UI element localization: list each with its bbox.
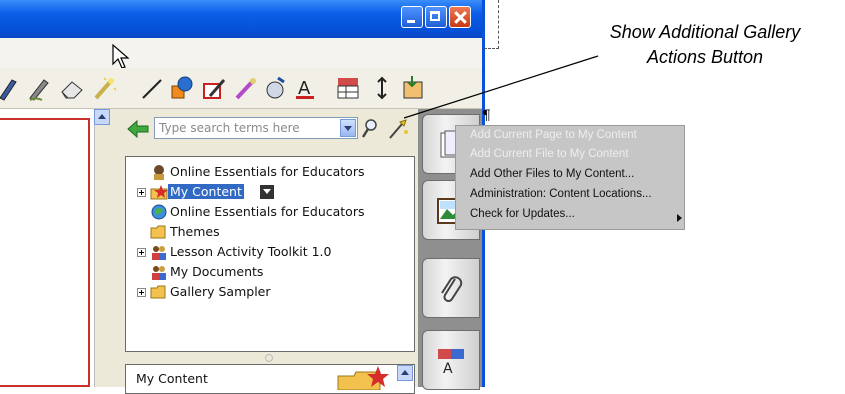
eraser-icon[interactable] <box>58 74 86 102</box>
creative-pen-icon[interactable] <box>26 74 54 102</box>
menu-item-check-for-updates[interactable]: Check for Updates... <box>470 208 575 225</box>
my-content-folder-icon <box>337 366 389 390</box>
menu-item-add-current-file[interactable]: Add Current File to My Content <box>470 148 629 165</box>
shapes-icon[interactable] <box>168 74 196 102</box>
tree-item-label: Themes <box>170 224 220 239</box>
tree-item-selected[interactable]: My Content <box>137 183 407 203</box>
online-resources-icon <box>154 165 164 180</box>
tree-item[interactable]: My Documents <box>137 263 407 283</box>
globe-icon <box>151 204 167 220</box>
page-border <box>0 118 90 387</box>
expand-toggle[interactable] <box>137 248 146 257</box>
title-bar[interactable] <box>0 0 482 38</box>
dashed-selection-outline <box>484 0 499 49</box>
folder-icon <box>150 225 166 239</box>
tree-item[interactable]: Online Essentials for Educators <box>137 203 407 223</box>
tree-item-label: Online Essentials for Educators <box>170 164 365 179</box>
line-icon[interactable] <box>138 74 166 102</box>
close-button[interactable] <box>449 6 471 28</box>
attachments-tab[interactable] <box>422 258 480 318</box>
people-icon <box>152 246 166 260</box>
properties-tab-icon: A <box>438 349 464 377</box>
search-input[interactable]: Type search terms here <box>154 117 358 139</box>
highlighter-pen-icon[interactable] <box>232 74 260 102</box>
mouse-cursor-icon <box>112 44 130 69</box>
scroll-up-button[interactable] <box>94 109 110 125</box>
magic-pen-icon[interactable] <box>90 74 118 102</box>
toolbar: A <box>0 68 482 109</box>
menu-item-add-other-files[interactable]: Add Other Files to My Content... <box>470 168 634 185</box>
table-icon[interactable] <box>334 74 362 102</box>
menu-strip <box>0 38 482 68</box>
menu-item-content-locations[interactable]: Administration: Content Locations... <box>470 188 652 205</box>
svg-text:A: A <box>443 361 453 377</box>
fill-icon[interactable] <box>200 74 228 102</box>
callout-line-2: Actions Button <box>646 47 764 67</box>
item-menu-dropdown[interactable] <box>260 185 274 199</box>
search-icon[interactable] <box>360 118 380 140</box>
back-arrow-icon[interactable] <box>126 118 150 140</box>
folder-icon <box>150 285 166 299</box>
gallery-actions-icon[interactable] <box>386 118 410 140</box>
expand-toggle[interactable] <box>137 188 146 197</box>
move-icon[interactable] <box>368 74 396 102</box>
tree-item[interactable]: Lesson Activity Toolkit 1.0 <box>137 243 407 263</box>
minimize-button[interactable] <box>401 6 423 28</box>
callout-label: Show Additional Gallery Actions Button <box>565 20 845 70</box>
search-dropdown-button[interactable] <box>340 119 356 137</box>
pane-splitter[interactable] <box>125 352 415 362</box>
pilcrow-mark: ¶ <box>482 108 491 124</box>
maximize-button[interactable] <box>425 6 447 28</box>
tree-item[interactable]: Gallery Sampler <box>137 283 407 303</box>
attachments-icon <box>441 276 463 302</box>
extras-icon[interactable] <box>398 74 426 102</box>
contents-pane-title: My Content <box>136 371 208 386</box>
text-icon[interactable]: A <box>292 74 320 102</box>
gallery-actions-menu: Add Current Page to My Content Add Curre… <box>455 125 685 230</box>
tree-item[interactable]: Themes <box>137 223 407 243</box>
svg-text:A: A <box>298 78 311 99</box>
tree-item-label: My Documents <box>170 264 264 279</box>
properties-icon[interactable] <box>262 74 290 102</box>
tree-item-label: My Content <box>168 184 244 199</box>
page-scrollbar[interactable] <box>94 109 111 387</box>
expand-toggle[interactable] <box>137 288 146 297</box>
gallery-tree[interactable]: Online Essentials for Educators My Conte… <box>125 156 415 352</box>
pens-icon[interactable] <box>0 74 22 102</box>
tree-item-label: Lesson Activity Toolkit 1.0 <box>170 244 332 259</box>
tree-item-label: Gallery Sampler <box>170 284 271 299</box>
tree-item[interactable]: Online Essentials for Educators <box>137 163 407 183</box>
menu-item-add-current-page[interactable]: Add Current Page to My Content <box>470 129 637 146</box>
tree-item-label: Online Essentials for Educators <box>170 204 365 219</box>
submenu-arrow-icon <box>677 214 682 222</box>
people-icon <box>152 266 166 280</box>
properties-tab[interactable]: A <box>422 330 480 390</box>
callout-line-1: Show Additional Gallery <box>609 22 801 42</box>
scroll-up-button[interactable] <box>397 365 413 381</box>
my-content-icon <box>150 185 168 200</box>
